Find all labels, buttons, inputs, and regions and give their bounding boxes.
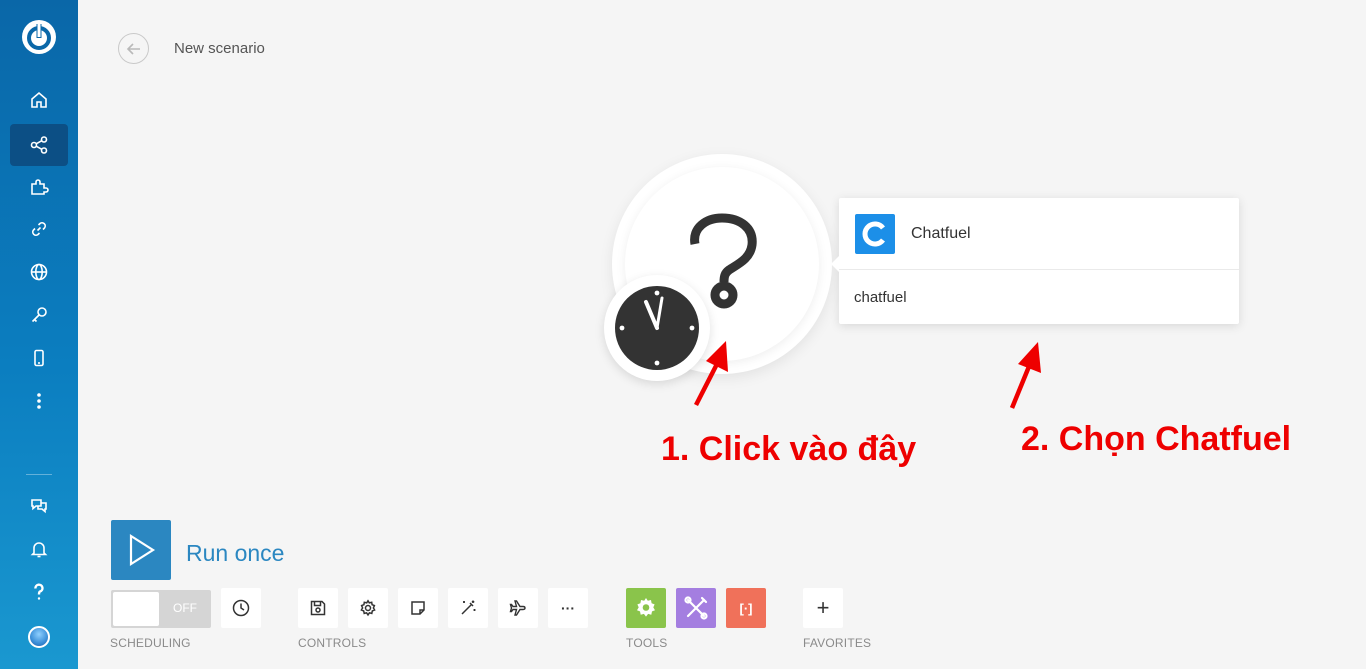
toggle-knob [113,592,159,626]
popup-arrow [831,256,839,272]
app-search-input[interactable] [854,288,1214,306]
sidebar [0,0,78,669]
chatfuel-icon [855,213,895,254]
sidebar-item-devices[interactable] [10,337,68,379]
app-result-chatfuel[interactable]: Chatfuel [839,198,1239,270]
schedule-settings-button[interactable] [221,588,261,628]
key-icon [31,307,47,323]
annotation-step-1: 1. Click vào đây [661,430,917,468]
back-button[interactable] [118,33,149,64]
wrench-screwdriver-icon [684,596,708,620]
question-icon [34,583,44,600]
app-search-popup: Chatfuel [831,198,1239,324]
magic-wand-icon [461,600,476,615]
sidebar-item-templates[interactable] [10,166,68,208]
save-button[interactable] [298,588,338,628]
section-label-scheduling: SCHEDULING [110,636,191,650]
schedule-clock[interactable] [604,275,710,381]
link-icon [32,222,46,236]
save-icon [310,600,326,616]
airplane-icon [509,600,526,616]
run-once-label[interactable]: Run once [186,540,284,567]
add-favorite-button[interactable]: + [803,588,843,628]
tool-text-parser[interactable]: [·] [726,588,766,628]
avatar[interactable] [28,626,50,648]
auto-align-button[interactable] [448,588,488,628]
sidebar-item-help[interactable] [10,571,68,613]
notes-button[interactable] [398,588,438,628]
more-button[interactable]: ··· [548,588,588,628]
note-icon [411,601,425,615]
sidebar-item-more[interactable] [10,380,68,422]
gear-icon [360,599,376,617]
mobile-icon [34,349,44,367]
chat-bubbles-icon [31,499,47,514]
sidebar-divider [26,474,52,475]
app-name: Chatfuel [911,224,971,242]
puzzle-icon [31,179,49,195]
more-vertical-icon [37,393,41,409]
app-search-row [839,270,1239,324]
more-icon: ··· [561,600,575,616]
share-icon [30,136,48,154]
text-parser-icon: [·] [739,600,753,616]
sidebar-item-help-chat[interactable] [10,485,68,527]
sidebar-item-webhooks[interactable] [10,251,68,293]
globe-icon [30,263,48,281]
section-label-tools: TOOLS [626,636,668,650]
sidebar-item-keys[interactable] [10,294,68,336]
section-label-favorites: FAVORITES [803,636,872,650]
run-once-button[interactable] [111,520,171,580]
arrow-2 [1009,342,1041,409]
scheduling-toggle[interactable]: OFF [111,590,211,628]
bell-icon [30,542,48,558]
scenario-settings-button[interactable] [348,588,388,628]
plus-icon: + [816,595,830,620]
gear-icon [637,598,655,617]
sidebar-item-notifications[interactable] [10,528,68,570]
page-title: New scenario [174,40,265,57]
toggle-label: OFF [173,601,197,615]
annotation-step-2: 2. Chọn Chatfuel [1021,420,1292,458]
home-icon [31,91,47,108]
sidebar-item-connections[interactable] [10,208,68,250]
sidebar-item-home[interactable] [10,79,68,121]
play-icon [129,533,156,567]
section-label-controls: CONTROLS [298,636,367,650]
clock-icon [615,286,699,370]
make-logo[interactable] [20,18,58,56]
explain-flow-button[interactable] [498,588,538,628]
tool-flow-control[interactable] [626,588,666,628]
sidebar-item-scenarios[interactable] [10,124,68,166]
clock-icon [232,599,250,617]
tool-tools[interactable] [676,588,716,628]
arrow-left-icon [126,42,140,55]
